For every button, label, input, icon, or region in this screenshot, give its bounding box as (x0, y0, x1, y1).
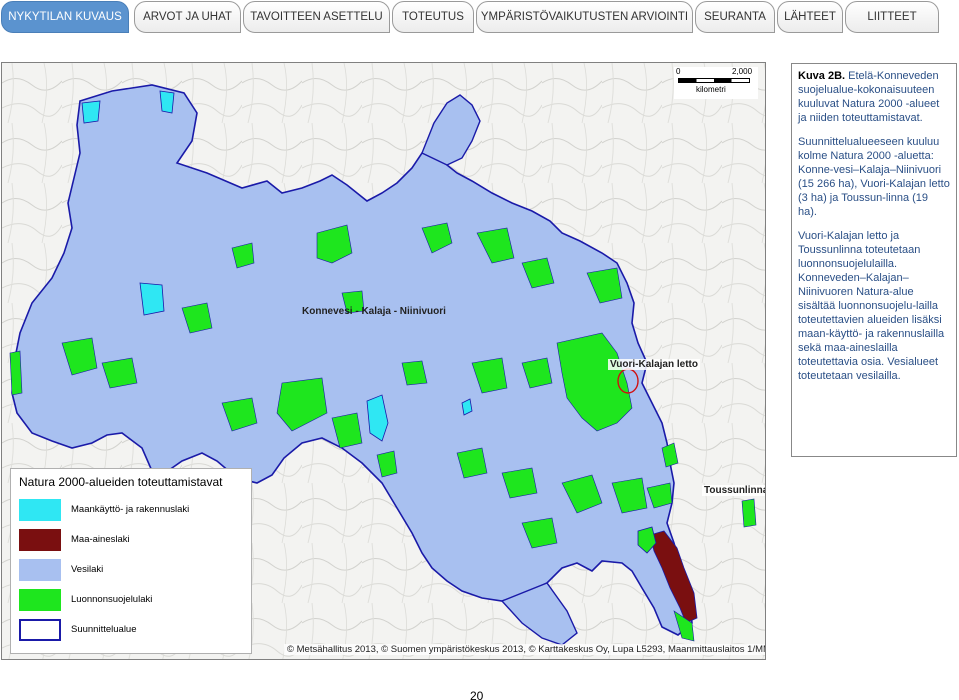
green-swatch-icon (19, 589, 61, 611)
label-toussunlinna: Toussunlinna (702, 485, 765, 496)
map-credits: © Metsähallitus 2013, © Suomen ympäristö… (284, 644, 765, 655)
caption-paragraph-2: Suunnittelualueeseen kuuluu kolme Natura… (798, 136, 950, 218)
caption-paragraph-1: Kuva 2B. Etelä-Konneveden suojelualue-ko… (798, 69, 950, 125)
map-legend: Natura 2000-alueiden toteuttamistavat Ma… (10, 468, 252, 654)
tab-lahteet[interactable]: LÄHTEET (777, 1, 843, 33)
legend-item-luonnonsuojelu: Luonnonsuojelulaki (19, 589, 249, 611)
legend-label: Luonnonsuojelulaki (71, 594, 153, 605)
tab-ymparistovaikutusten-arviointi[interactable]: YMPÄRISTÖVAIKUTUSTEN ARVIOINTI (476, 1, 693, 33)
tab-arvot-ja-uhat[interactable]: ARVOT JA UHAT (134, 1, 241, 33)
scale-max-label: 2,000 (732, 67, 753, 76)
legend-label: Maankäyttö- ja rakennuslaki (71, 504, 190, 515)
label-vuori-kalajan: Vuori-Kalajan letto (608, 359, 700, 370)
figure-caption: Kuva 2B. Etelä-Konneveden suojelualue-ko… (791, 63, 957, 457)
legend-label: Vesilaki (71, 564, 104, 575)
tab-nykytilan-kuvaus[interactable]: NYKYTILAN KUVAUS (1, 1, 129, 33)
legend-item-maa-aines: Maa-aineslaki (19, 529, 249, 551)
legend-item-vesi: Vesilaki (19, 559, 249, 581)
figure-label: Kuva 2B. (798, 70, 846, 82)
legend-item-maankaytto: Maankäyttö- ja rakennuslaki (19, 499, 249, 521)
label-konnevesi: Konnevesi - Kalaja - Niinivuori (302, 306, 446, 317)
outline-swatch-icon (19, 619, 61, 641)
tab-seuranta[interactable]: SEURANTA (695, 1, 775, 33)
tab-liitteet[interactable]: LIITTEET (845, 1, 939, 33)
caption-paragraph-3: Vuori-Kalajan letto ja Toussunlinna tote… (798, 230, 945, 382)
tab-toteutus[interactable]: TOTEUTUS (392, 1, 474, 33)
legend-label: Suunnittelualue (71, 624, 137, 635)
top-navigation: NYKYTILAN KUVAUS ARVOT JA UHAT TAVOITTEE… (0, 0, 959, 34)
map-scale: 0 2,000 kilometri (674, 67, 758, 99)
tab-tavoitteen-asettelu[interactable]: TAVOITTEEN ASETTELU (243, 1, 390, 33)
scale-unit-label: kilometri (696, 85, 726, 94)
lightblue-swatch-icon (19, 559, 61, 581)
page-number: 20 (470, 689, 484, 700)
scale-zero-label: 0 (676, 67, 681, 76)
darkred-swatch-icon (19, 529, 61, 551)
scale-bar (678, 78, 750, 83)
legend-title: Natura 2000-alueiden toteuttamistavat (19, 475, 223, 489)
legend-label: Maa-aineslaki (71, 534, 130, 545)
legend-item-suunnittelualue: Suunnittelualue (19, 619, 249, 641)
cyan-swatch-icon (19, 499, 61, 521)
